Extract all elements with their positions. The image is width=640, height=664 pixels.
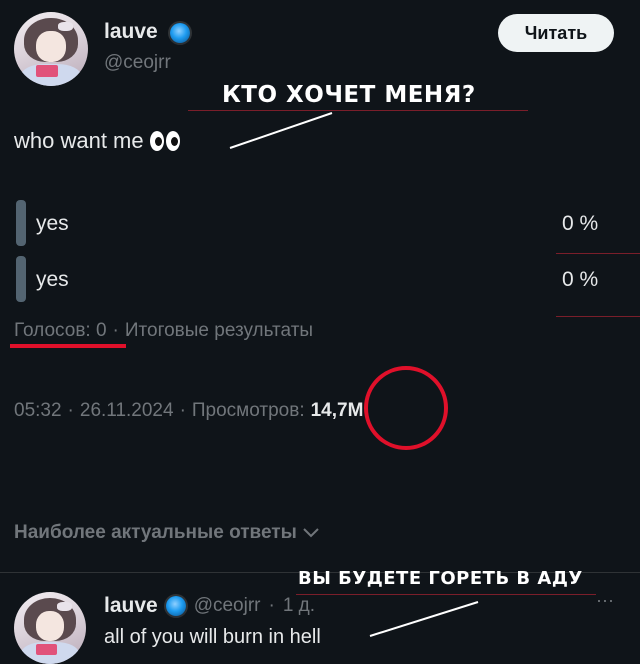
poll-summary: Голосов: 0 · Итоговые результаты [14, 320, 313, 342]
poll-option-percent: 0 % [562, 268, 599, 291]
replies-heading: Наиболее актуальные ответы [14, 522, 297, 543]
reply-time[interactable]: 1 д. [283, 595, 315, 617]
meta-separator: · [179, 400, 186, 421]
views-label: Просмотров: [191, 400, 305, 421]
meta-separator: · [268, 595, 275, 616]
verified-badge-icon [165, 596, 186, 616]
reply-author-avatar[interactable] [14, 592, 86, 664]
reply-header: lauve @ceojrr · 1 д. [104, 594, 315, 618]
reply-author-name[interactable]: lauve [104, 594, 158, 618]
more-options-icon[interactable]: ··· [596, 590, 614, 611]
author-avatar[interactable] [14, 12, 88, 86]
author-name[interactable]: lauve [104, 20, 158, 44]
annotation-arrow-line [369, 601, 479, 637]
views-count[interactable]: 14,7M [311, 400, 364, 422]
caption-underline [296, 594, 596, 595]
replies-sort-dropdown[interactable]: Наиболее актуальные ответы [14, 522, 319, 544]
reply-author-handle[interactable]: @ceojrr [194, 595, 261, 617]
annotation-underline [556, 253, 640, 254]
eyes-emoji-icon [149, 131, 180, 151]
reply-text: all of you will burn in hell [104, 626, 321, 648]
meta-separator: · [67, 400, 74, 421]
poll-separator: · [112, 320, 119, 341]
translation-caption: ВЫ БУДЕТЕ ГОРЕТЬ В АДУ [298, 568, 583, 589]
follow-button[interactable]: Читать [498, 14, 614, 52]
poll-option-label: yes [36, 268, 69, 291]
poll-option-bar [16, 256, 26, 302]
poll-option-percent: 0 % [562, 212, 599, 235]
tweet-time[interactable]: 05:32 [14, 400, 62, 422]
views-red-circle [364, 366, 448, 450]
annotation-arrow-line [229, 112, 333, 149]
translation-caption: КТО ХОЧЕТ МЕНЯ? [222, 82, 476, 108]
poll-status: Итоговые результаты [124, 320, 314, 341]
poll-option-label: yes [36, 212, 69, 235]
poll-option-bar [16, 200, 26, 246]
tweet-text-row: who want me [14, 128, 180, 154]
votes-red-underline [10, 344, 126, 348]
author-handle[interactable]: @ceojrr [104, 52, 171, 74]
chevron-down-icon [303, 528, 319, 538]
tweet-meta-row: 05:32 · 26.11.2024 · Просмотров: 14,7M [14, 400, 363, 422]
verified-badge-icon [170, 23, 190, 43]
tweet-date[interactable]: 26.11.2024 [80, 400, 174, 422]
poll-votes: Голосов: 0 [14, 320, 107, 341]
tweet-text: who want me [14, 128, 144, 153]
annotation-underline [556, 316, 640, 317]
